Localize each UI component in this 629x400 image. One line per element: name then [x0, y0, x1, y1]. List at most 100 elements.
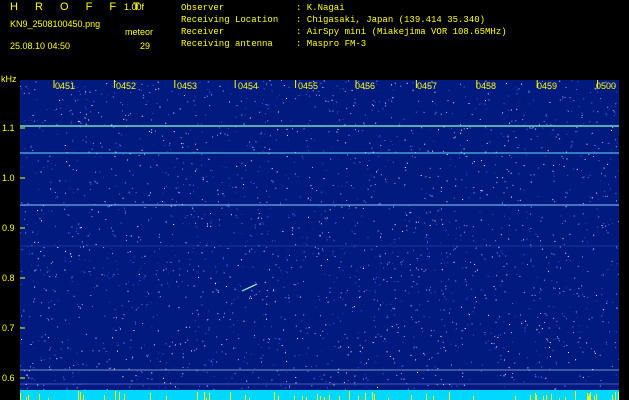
noise-speck	[52, 289, 54, 291]
noise-speck	[459, 368, 461, 370]
noise-speck	[108, 359, 110, 361]
noise-speck	[176, 281, 178, 283]
noise-speck	[287, 178, 289, 179]
noise-speck	[163, 377, 164, 379]
noise-speck	[583, 178, 585, 180]
noise-speck	[375, 336, 377, 338]
noise-speck	[197, 186, 199, 188]
noise-speck	[399, 261, 401, 263]
noise-speck	[526, 211, 528, 213]
noise-speck	[139, 280, 141, 281]
noise-speck	[129, 170, 131, 172]
noise-speck	[505, 255, 507, 257]
noise-speck	[403, 259, 404, 261]
noise-speck	[367, 188, 369, 190]
noise-speck	[246, 362, 248, 364]
noise-speck	[492, 213, 494, 215]
noise-speck	[320, 223, 322, 225]
noise-speck	[149, 192, 151, 194]
noise-speck	[23, 92, 25, 94]
noise-speck	[483, 165, 485, 167]
noise-speck	[383, 267, 385, 269]
noise-speck	[601, 274, 603, 276]
noise-speck	[434, 366, 436, 368]
noise-speck	[236, 165, 238, 167]
noise-speck	[592, 198, 594, 200]
noise-speck	[24, 120, 26, 121]
noise-speck	[144, 206, 146, 208]
noise-speck	[112, 337, 113, 339]
noise-speck	[565, 191, 567, 193]
noise-speck	[421, 188, 423, 190]
noise-speck	[332, 95, 334, 97]
noise-speck	[107, 367, 109, 369]
noise-speck	[603, 167, 605, 169]
noise-speck	[273, 364, 275, 366]
noise-speck	[173, 224, 175, 225]
noise-speck	[285, 297, 287, 299]
noise-speck	[363, 266, 365, 268]
noise-speck	[48, 210, 50, 212]
noise-speck	[369, 142, 371, 144]
noise-speck	[586, 229, 588, 231]
noise-speck	[54, 290, 56, 292]
noise-speck	[133, 330, 135, 331]
noise-speck	[606, 300, 608, 302]
noise-speck	[485, 171, 487, 173]
noise-speck	[362, 347, 364, 349]
noise-speck	[111, 168, 113, 170]
noise-speck	[96, 285, 98, 287]
noise-speck	[523, 189, 525, 191]
noise-speck	[327, 333, 328, 335]
noise-speck	[267, 341, 269, 343]
noise-speck	[539, 298, 541, 299]
noise-speck	[263, 339, 265, 341]
noise-speck	[229, 319, 231, 321]
noise-speck	[537, 236, 539, 237]
noise-speck	[294, 173, 296, 175]
noise-speck	[96, 366, 98, 368]
noise-speck	[181, 376, 183, 377]
noise-speck	[480, 103, 482, 105]
noise-speck	[54, 303, 56, 305]
noise-speck	[473, 307, 475, 309]
noise-speck	[21, 249, 23, 251]
noise-speck	[522, 119, 524, 121]
noise-speck	[251, 235, 253, 237]
noise-speck	[531, 128, 533, 130]
noise-speck	[56, 196, 58, 198]
noise-speck	[357, 337, 359, 339]
noise-speck	[101, 274, 103, 276]
noise-speck	[32, 363, 34, 364]
noise-speck	[438, 129, 439, 131]
noise-speck	[149, 92, 151, 94]
noise-speck	[311, 366, 312, 368]
meta-location: Receiving Location: Chigasaki, Japan (13…	[181, 15, 485, 26]
noise-speck	[127, 290, 129, 292]
noise-speck	[64, 269, 66, 271]
noise-speck	[78, 306, 80, 308]
noise-speck	[178, 187, 179, 189]
noise-speck	[76, 352, 78, 354]
noise-speck	[46, 318, 48, 320]
noise-speck	[510, 172, 512, 174]
noise-speck	[126, 119, 128, 121]
noise-speck	[364, 331, 366, 333]
noise-speck	[232, 312, 234, 314]
noise-speck	[245, 169, 247, 171]
strength-spike	[197, 392, 198, 400]
noise-speck	[65, 180, 67, 182]
noise-speck	[523, 381, 525, 383]
noise-speck	[382, 367, 384, 369]
noise-speck	[490, 129, 492, 131]
noise-speck	[120, 134, 122, 136]
x-tick: 0456	[355, 81, 376, 91]
noise-speck	[500, 234, 502, 236]
noise-speck	[114, 309, 116, 311]
meteor-echo	[241, 283, 258, 292]
noise-speck	[316, 365, 317, 367]
noise-speck	[225, 353, 227, 355]
noise-speck	[273, 290, 274, 292]
noise-speck	[523, 292, 525, 294]
noise-speck	[375, 281, 376, 283]
